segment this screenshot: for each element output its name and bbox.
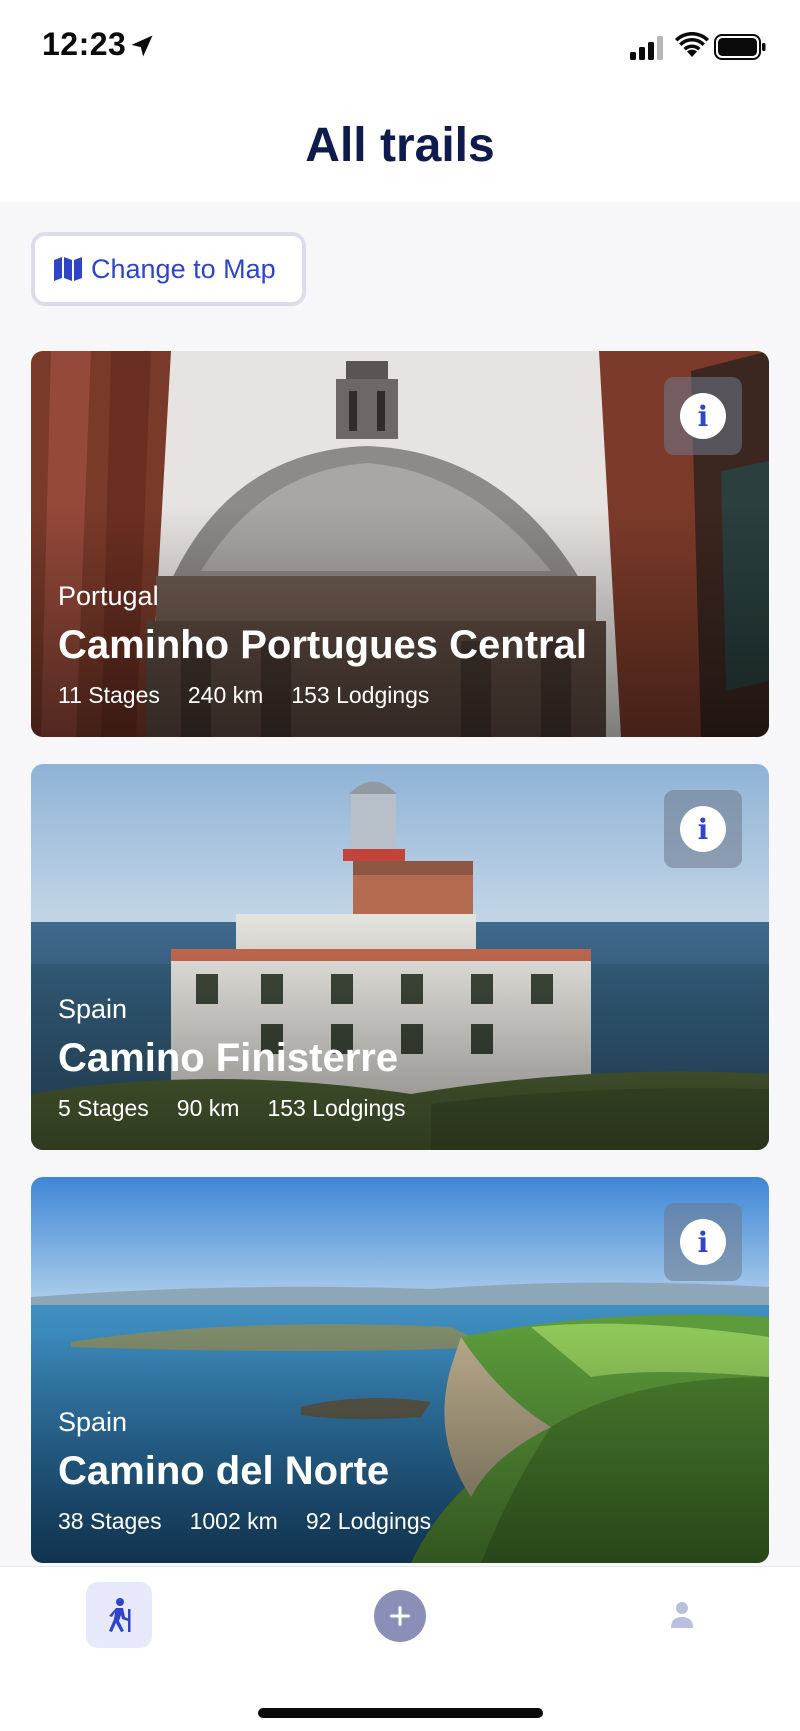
trail-stats: 38 Stages 1002 km 92 Lodgings (58, 1508, 431, 1535)
trail-lodgings: 92 Lodgings (305, 1508, 432, 1534)
trail-distance: 1002 km (189, 1508, 278, 1534)
trail-stats: 5 Stages 90 km 153 Lodgings (58, 1095, 406, 1122)
trail-lodgings: 153 Lodgings (267, 1095, 406, 1121)
battery-icon (714, 34, 766, 60)
info-button[interactable]: i (664, 377, 742, 455)
bottom-nav (0, 1566, 800, 1731)
trail-lodgings: 153 Lodgings (291, 682, 430, 708)
trail-stats: 11 Stages 240 km 153 Lodgings (58, 682, 429, 709)
trail-stages: 38 Stages (58, 1508, 162, 1534)
trail-distance: 90 km (176, 1095, 240, 1121)
trail-name: Camino Finisterre (58, 1036, 399, 1080)
info-icon: i (680, 806, 726, 852)
info-icon: i (680, 1219, 726, 1265)
map-icon (54, 257, 82, 281)
nav-trails-tab[interactable] (86, 1582, 152, 1648)
status-time: 12:23 (42, 26, 127, 62)
trail-country: Portugal (58, 581, 159, 611)
trail-name: Caminho Portugues Central (58, 623, 587, 667)
info-button[interactable]: i (664, 790, 742, 868)
nav-profile-tab[interactable] (664, 1593, 700, 1637)
trail-card[interactable]: i Spain Camino Finisterre 5 Stages 90 km… (31, 764, 769, 1150)
trail-stages: 11 Stages (58, 682, 160, 708)
trail-country: Spain (58, 994, 128, 1024)
location-arrow-icon (131, 35, 153, 57)
trail-name: Camino del Norte (58, 1449, 390, 1493)
trail-stages: 5 Stages (58, 1095, 149, 1121)
status-bar: 12:23 (0, 0, 800, 96)
info-button[interactable]: i (664, 1203, 742, 1281)
plus-icon (390, 1606, 410, 1626)
trail-distance: 240 km (187, 682, 264, 708)
header: All trails (0, 96, 800, 202)
add-button[interactable] (374, 1590, 426, 1642)
change-to-map-label: Change to Map (91, 253, 276, 284)
person-icon (671, 1602, 693, 1628)
wifi-icon (675, 32, 709, 57)
change-to-map-button[interactable]: Change to Map (31, 232, 306, 306)
signal-icon (630, 36, 663, 60)
trail-card[interactable]: i Spain Camino del Norte 38 Stages 1002 … (31, 1177, 769, 1563)
info-icon: i (680, 393, 726, 439)
trail-card[interactable]: i Portugal Caminho Portugues Central 11 … (31, 351, 769, 737)
page-title: All trails (305, 119, 495, 172)
home-indicator (258, 1708, 543, 1718)
hiker-icon (109, 1598, 131, 1632)
trail-country: Spain (58, 1407, 128, 1437)
